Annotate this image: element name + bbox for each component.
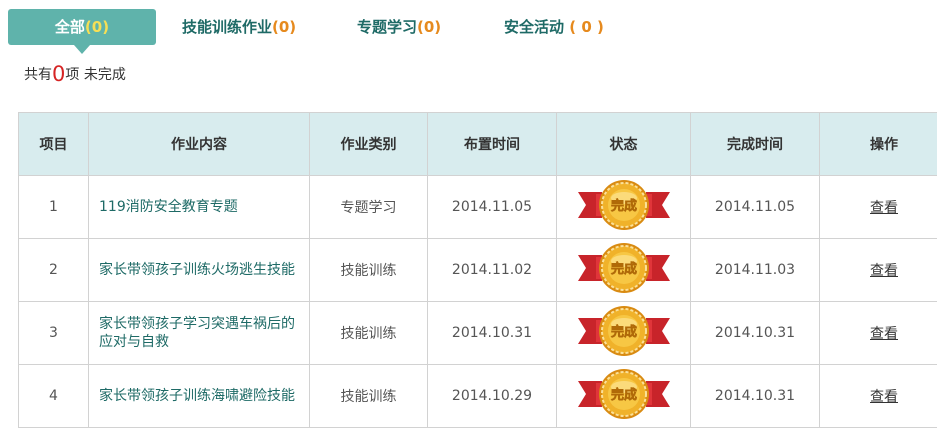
tab-all[interactable]: 全部(0): [8, 9, 156, 54]
header-assigned-time: 布置时间: [427, 112, 557, 176]
row-assigned-time: 2014.11.05: [427, 175, 557, 239]
header-category: 作业类别: [309, 112, 428, 176]
row-content: 家长带领孩子学习突遇车祸后的应对与自救: [88, 301, 310, 365]
table-header-row: 项目 作业内容 作业类别 布置时间 状态 完成时间 操作: [18, 112, 937, 176]
completed-medal-icon: 完成: [576, 241, 672, 299]
view-link[interactable]: 查看: [870, 389, 898, 405]
tab-label: 技能训练作业: [182, 18, 273, 36]
row-category: 专题学习: [309, 175, 428, 239]
tab-topic-study[interactable]: 专题学习(0): [357, 9, 441, 45]
tab-label: 全部: [54, 18, 85, 36]
row-status: 完成: [556, 301, 691, 365]
row-status: 完成: [556, 364, 691, 428]
table-row: 1 119消防安全教育专题 专题学习 2014.11.05 完成 2014.11…: [18, 175, 937, 239]
row-category: 技能训练: [309, 238, 428, 302]
header-content: 作业内容: [88, 112, 310, 176]
row-completed-time: 2014.10.31: [690, 301, 820, 365]
completed-medal-icon: 完成: [576, 367, 672, 425]
row-content-link[interactable]: 家长带领孩子训练海啸避险技能: [99, 388, 295, 404]
tab-count: (0): [272, 18, 297, 36]
tab-count: ( 0 ): [569, 18, 604, 36]
row-action: 查看: [819, 238, 937, 302]
row-content-link[interactable]: 家长带领孩子训练火场逃生技能: [99, 262, 295, 278]
homework-table: 项目 作业内容 作业类别 布置时间 状态 完成时间 操作 1 119消防安全教育…: [18, 112, 937, 428]
row-action: 查看: [819, 175, 937, 239]
row-index: 1: [18, 175, 89, 239]
table-row: 4 家长带领孩子训练海啸避险技能 技能训练 2014.10.29 完成 2014…: [18, 364, 937, 428]
view-link[interactable]: 查看: [870, 200, 898, 216]
row-category: 技能训练: [309, 301, 428, 365]
incomplete-count: 0: [52, 62, 66, 86]
tab-safety-activity[interactable]: 安全活动 ( 0 ): [504, 9, 604, 45]
row-action: 查看: [819, 301, 937, 365]
row-completed-time: 2014.11.05: [690, 175, 820, 239]
row-content-link[interactable]: 家长带领孩子学习突遇车祸后的应对与自救: [99, 316, 295, 350]
row-status: 完成: [556, 175, 691, 239]
summary-prefix: 共有: [24, 67, 52, 83]
status-text: 完成: [610, 387, 636, 403]
summary-suffix: 项 未完成: [65, 67, 126, 83]
status-text: 完成: [610, 198, 636, 214]
header-index: 项目: [18, 112, 89, 176]
table-row: 2 家长带领孩子训练火场逃生技能 技能训练 2014.11.02 完成 2014…: [18, 238, 937, 302]
row-completed-time: 2014.11.03: [690, 238, 820, 302]
row-index: 2: [18, 238, 89, 302]
row-assigned-time: 2014.10.29: [427, 364, 557, 428]
incomplete-summary: 共有0项 未完成: [24, 62, 126, 86]
row-action: 查看: [819, 364, 937, 428]
tab-skill-training[interactable]: 技能训练作业(0): [182, 9, 296, 45]
row-completed-time: 2014.10.31: [690, 364, 820, 428]
row-content-link[interactable]: 119消防安全教育专题: [99, 199, 238, 215]
header-status: 状态: [556, 112, 691, 176]
header-completed-time: 完成时间: [690, 112, 820, 176]
header-action: 操作: [819, 112, 937, 176]
row-index: 4: [18, 364, 89, 428]
table-row: 3 家长带领孩子学习突遇车祸后的应对与自救 技能训练 2014.10.31 完成…: [18, 301, 937, 365]
tab-label: 专题学习: [357, 18, 418, 36]
completed-medal-icon: 完成: [576, 178, 672, 236]
row-content: 119消防安全教育专题: [88, 175, 310, 239]
tab-count: (0): [417, 18, 442, 36]
view-link[interactable]: 查看: [870, 263, 898, 279]
completed-medal-icon: 完成: [576, 304, 672, 362]
status-text: 完成: [610, 261, 636, 277]
row-status: 完成: [556, 238, 691, 302]
row-assigned-time: 2014.10.31: [427, 301, 557, 365]
status-text: 完成: [610, 324, 636, 340]
row-assigned-time: 2014.11.02: [427, 238, 557, 302]
tab-count: (0): [84, 18, 110, 36]
row-content: 家长带领孩子训练海啸避险技能: [88, 364, 310, 428]
row-index: 3: [18, 301, 89, 365]
page: 全部(0) 技能训练作业(0) 专题学习(0) 安全活动 ( 0 ) 共有0项 …: [0, 0, 937, 429]
row-category: 技能训练: [309, 364, 428, 428]
view-link[interactable]: 查看: [870, 326, 898, 342]
row-content: 家长带领孩子训练火场逃生技能: [88, 238, 310, 302]
tab-label: 安全活动: [504, 18, 565, 36]
